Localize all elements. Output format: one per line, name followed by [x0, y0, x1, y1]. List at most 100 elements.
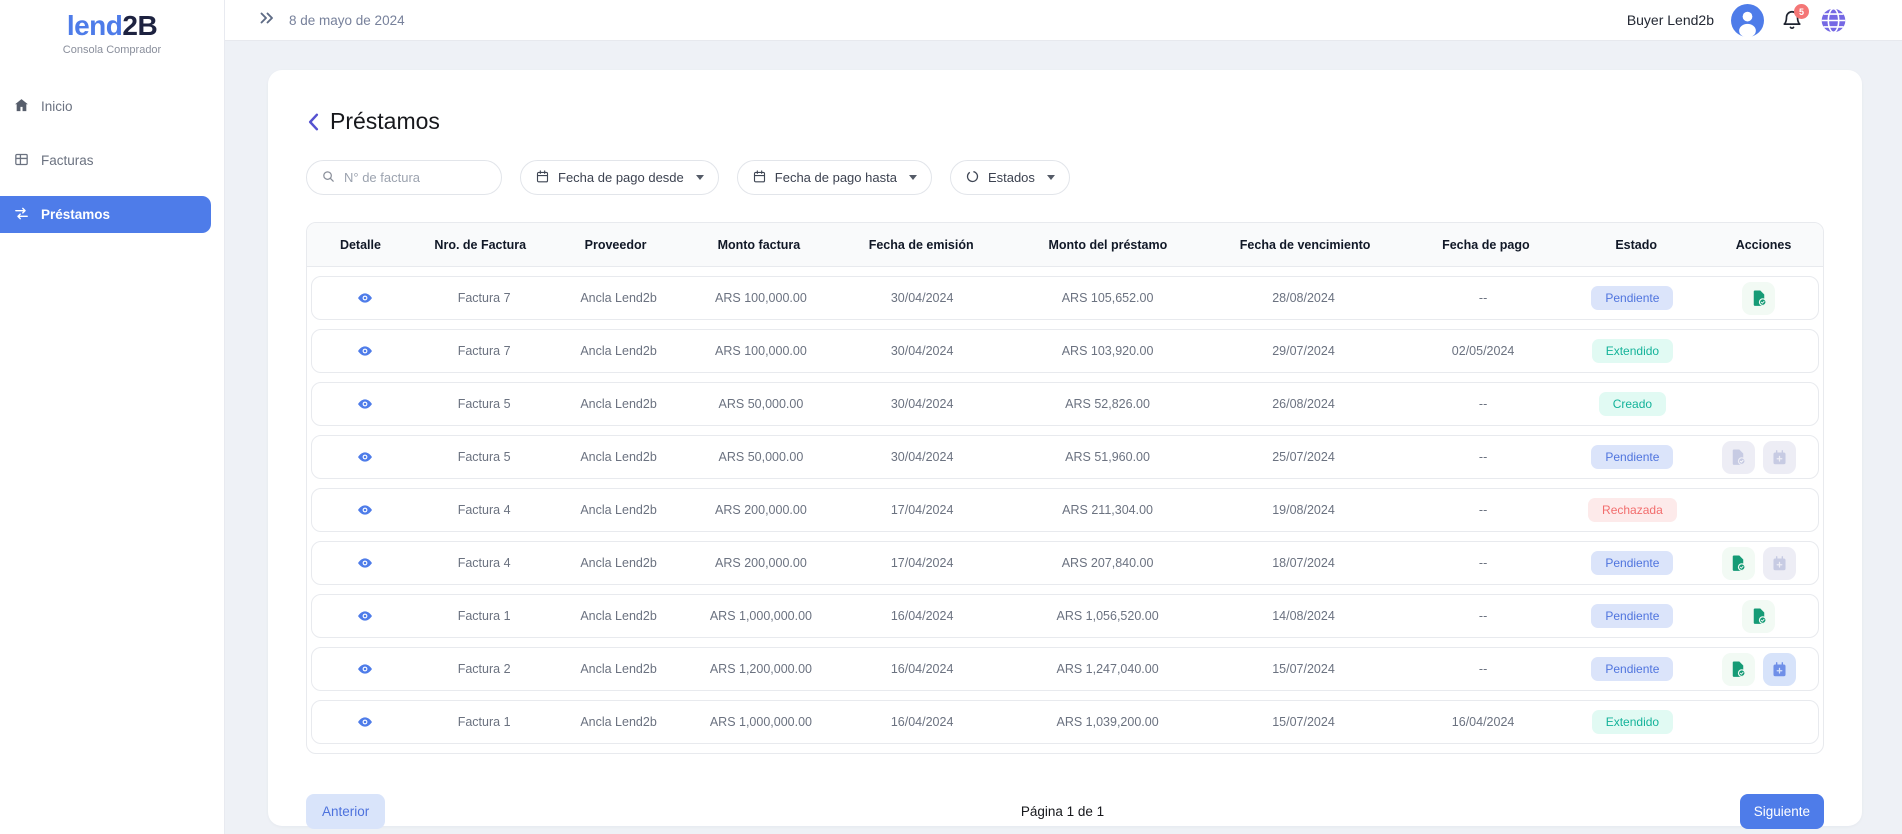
cell-monto-prestamo: ARS 105,652.00	[1009, 291, 1205, 305]
cell-monto-factura: ARS 50,000.00	[687, 450, 835, 464]
table-rows: Factura 7Ancla Lend2bARS 100,000.0030/04…	[307, 276, 1823, 744]
cell-fecha-emision: 16/04/2024	[835, 609, 1010, 623]
cell-monto-factura: ARS 200,000.00	[687, 556, 835, 570]
home-icon	[13, 97, 30, 117]
table-row: Factura 2Ancla Lend2bARS 1,200,000.0016/…	[311, 647, 1819, 691]
cell-acciones	[1700, 282, 1818, 315]
table-row: Factura 1Ancla Lend2bARS 1,000,000.0016/…	[311, 700, 1819, 744]
cell-fecha-pago: --	[1401, 291, 1565, 305]
collapse-sidebar-icon[interactable]	[258, 9, 276, 32]
view-detail-eye-button[interactable]	[357, 608, 373, 624]
cell-fecha-emision: 17/04/2024	[835, 503, 1010, 517]
extend-document-button[interactable]	[1742, 282, 1775, 315]
cell-monto-factura: ARS 50,000.00	[687, 397, 835, 411]
console-subtitle: Consola Comprador	[0, 44, 224, 56]
notifications-button[interactable]: 5	[1781, 8, 1803, 32]
cell-nro-factura: Factura 4	[418, 503, 550, 517]
cell-fecha-emision: 16/04/2024	[835, 715, 1010, 729]
cell-nro-factura: Factura 1	[418, 715, 550, 729]
cell-fecha-emision: 30/04/2024	[835, 397, 1010, 411]
filters-bar: Fecha de pago desde Fecha de pago hasta	[306, 160, 1824, 195]
view-detail-eye-button[interactable]	[357, 714, 373, 730]
page-header: Préstamos	[306, 108, 1824, 135]
column-header: Detalle	[307, 238, 414, 252]
language-globe-button[interactable]	[1820, 7, 1847, 34]
chevron-down-icon	[1047, 175, 1055, 180]
chevron-down-icon	[909, 175, 917, 180]
cell-fecha-pago: 16/04/2024	[1401, 715, 1565, 729]
view-detail-eye-button[interactable]	[357, 396, 373, 412]
column-header: Fecha de emisión	[833, 238, 1009, 252]
search-icon	[321, 169, 336, 187]
cell-fecha-emision: 30/04/2024	[835, 344, 1010, 358]
logo-text: lend2B	[0, 10, 224, 42]
view-detail-eye-button[interactable]	[357, 502, 373, 518]
table-row: Factura 7Ancla Lend2bARS 100,000.0030/04…	[311, 276, 1819, 320]
sidebar-item-label: Facturas	[41, 153, 94, 168]
cell-fecha-pago: --	[1401, 556, 1565, 570]
cell-fecha-pago: --	[1401, 662, 1565, 676]
date-to-filter[interactable]: Fecha de pago hasta	[737, 160, 932, 195]
table-row: Factura 5Ancla Lend2bARS 50,000.0030/04/…	[311, 382, 1819, 426]
view-detail-eye-button[interactable]	[357, 290, 373, 306]
sidebar-item-inicio[interactable]: Inicio	[0, 88, 224, 125]
cell-monto-prestamo: ARS 103,920.00	[1009, 344, 1205, 358]
cell-proveedor: Ancla Lend2b	[550, 715, 687, 729]
table-row: Factura 7Ancla Lend2bARS 100,000.0030/04…	[311, 329, 1819, 373]
page-info: Página 1 de 1	[385, 804, 1739, 819]
main-column: 8 de mayo de 2024 Buyer Lend2b 5	[225, 0, 1902, 834]
cell-acciones	[1700, 441, 1818, 474]
cell-fecha-pago: --	[1401, 609, 1565, 623]
extend-document-button[interactable]	[1722, 547, 1755, 580]
cell-fecha-pago: --	[1401, 450, 1565, 464]
loans-table: DetalleNro. de FacturaProveedorMonto fac…	[306, 222, 1824, 754]
schedule-payment-button[interactable]	[1763, 653, 1796, 686]
status-filter[interactable]: Estados	[950, 160, 1070, 195]
back-button[interactable]	[306, 112, 321, 132]
cell-nro-factura: Factura 1	[418, 609, 550, 623]
cell-nro-factura: Factura 7	[418, 344, 550, 358]
column-header: Nro. de Factura	[414, 238, 547, 252]
topbar-right: Buyer Lend2b 5	[1627, 4, 1847, 37]
date-from-label: Fecha de pago desde	[558, 170, 684, 185]
sidebar-item-prestamos[interactable]: Préstamos	[0, 196, 211, 233]
cell-fecha-pago: 02/05/2024	[1401, 344, 1565, 358]
view-detail-eye-button[interactable]	[357, 555, 373, 571]
view-detail-eye-button[interactable]	[357, 449, 373, 465]
column-header: Proveedor	[547, 238, 685, 252]
cell-nro-factura: Factura 7	[418, 291, 550, 305]
status-badge: Pendiente	[1591, 286, 1673, 310]
status-badge: Creado	[1599, 392, 1666, 416]
column-header: Monto del préstamo	[1009, 238, 1207, 252]
view-detail-eye-button[interactable]	[357, 661, 373, 677]
column-header: Fecha de pago	[1403, 238, 1568, 252]
cell-monto-prestamo: ARS 1,056,520.00	[1009, 609, 1205, 623]
previous-page-button[interactable]: Anterior	[306, 794, 385, 829]
cell-nro-factura: Factura 2	[418, 662, 550, 676]
cell-monto-factura: ARS 1,200,000.00	[687, 662, 835, 676]
sidebar-nav: Inicio Facturas Préstamos	[0, 88, 224, 233]
cell-monto-prestamo: ARS 211,304.00	[1009, 503, 1205, 517]
status-badge: Pendiente	[1591, 445, 1673, 469]
column-header: Acciones	[1704, 238, 1823, 252]
date-from-filter[interactable]: Fecha de pago desde	[520, 160, 719, 195]
cell-monto-factura: ARS 200,000.00	[687, 503, 835, 517]
cell-fecha-vencimiento: 28/08/2024	[1206, 291, 1401, 305]
extend-document-button[interactable]	[1722, 653, 1755, 686]
search-input[interactable]	[344, 170, 487, 185]
status-badge: Pendiente	[1591, 604, 1673, 628]
cell-acciones	[1700, 600, 1818, 633]
pagination-bar: Anterior Página 1 de 1 Siguiente	[306, 794, 1824, 834]
sidebar-item-facturas[interactable]: Facturas	[0, 142, 224, 179]
extend-document-button[interactable]	[1742, 600, 1775, 633]
cell-nro-factura: Factura 5	[418, 397, 550, 411]
view-detail-eye-button[interactable]	[357, 343, 373, 359]
cell-fecha-emision: 30/04/2024	[835, 450, 1010, 464]
cell-proveedor: Ancla Lend2b	[550, 662, 687, 676]
cell-proveedor: Ancla Lend2b	[550, 450, 687, 464]
app-root: lend2B Consola Comprador Inicio Facturas	[0, 0, 1902, 834]
next-page-button[interactable]: Siguiente	[1740, 794, 1824, 829]
cell-fecha-pago: --	[1401, 503, 1565, 517]
invoice-search-field[interactable]	[306, 160, 502, 195]
user-avatar[interactable]	[1731, 4, 1764, 37]
